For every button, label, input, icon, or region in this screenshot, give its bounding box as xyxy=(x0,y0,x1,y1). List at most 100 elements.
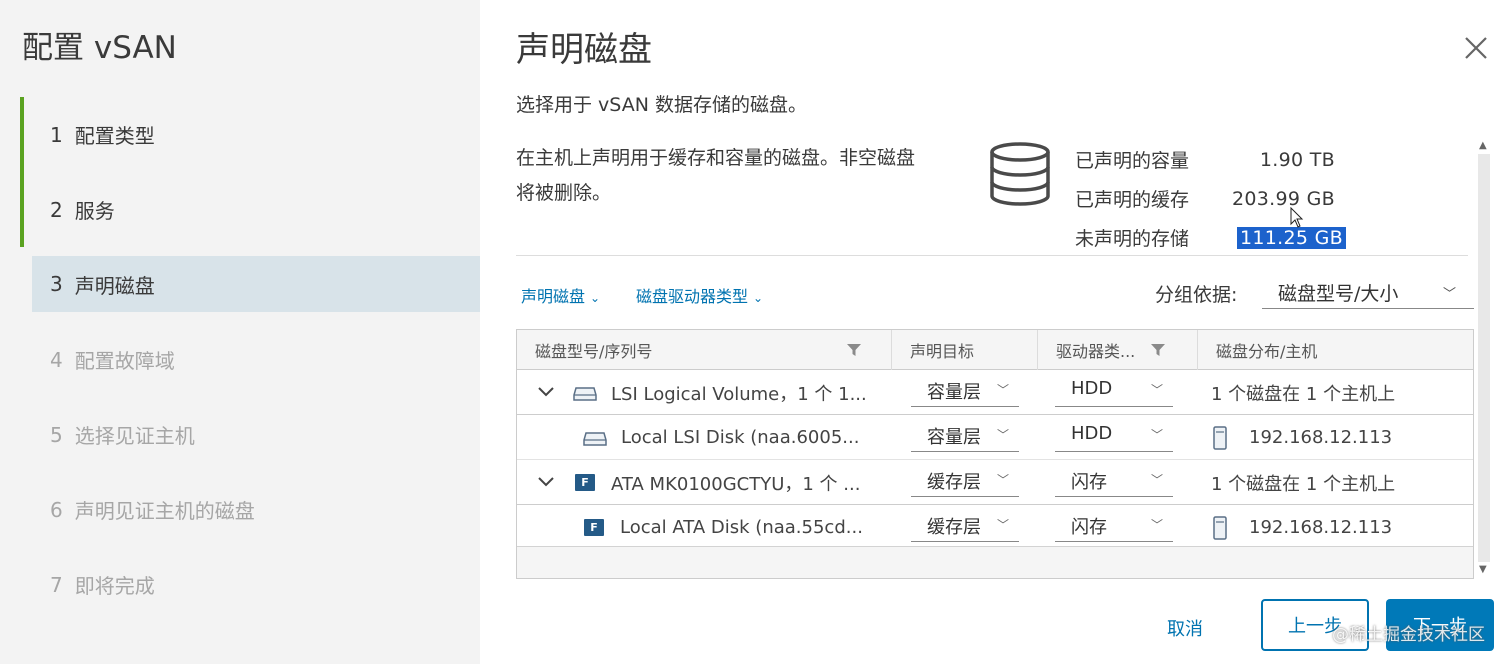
page-description: 在主机上声明用于缓存和容量的磁盘。非空磁盘将被删除。 xyxy=(516,147,916,204)
chevron-down-icon: ﹀ xyxy=(1150,428,1163,442)
wizard-step-4: 4 配置故障域 xyxy=(20,322,480,397)
page-subtitle: 选择用于 vSAN 数据存储的磁盘。 xyxy=(516,94,807,116)
claim-target-select[interactable]: 容量层 ﹀ xyxy=(911,375,1019,407)
table-row[interactable]: F ATA MK0100GCTYU，1 个 ... 缓存层 ﹀ 闪存 ﹀ 1 个磁盘… xyxy=(517,460,1473,505)
unclaimed-storage-row: 未声明的存储 111.25 GB xyxy=(1075,218,1355,257)
drive-type-select[interactable]: HDD ﹀ xyxy=(1055,420,1173,452)
drive-type-select[interactable]: HDD ﹀ xyxy=(1055,375,1173,407)
drive-type-value: HDD xyxy=(1071,423,1113,444)
chevron-down-icon: ⌄ xyxy=(753,291,764,305)
step-number: 7 xyxy=(50,572,63,597)
wizard-step-5: 5 选择见证主机 xyxy=(20,397,480,472)
host-address-text[interactable]: 192.168.12.113 xyxy=(1249,517,1392,538)
scroll-down-icon[interactable]: ▼ xyxy=(1479,564,1487,575)
wizard-step-2[interactable]: 2 服务 xyxy=(20,172,480,247)
column-header-drive-type[interactable]: 驱动器类... xyxy=(1037,330,1197,370)
claimed-cache-value: 203.99 GB xyxy=(1232,187,1335,210)
hard-disk-icon xyxy=(583,431,607,446)
storage-summary: 已声明的容量 1.90 TB 已声明的缓存 203.99 GB 未声明的存储 1… xyxy=(1075,140,1355,257)
claim-target-value: 容量层 xyxy=(927,427,981,448)
table-row[interactable]: Local LSI Disk (naa.6005... 容量层 ﹀ HDD ﹀ 19… xyxy=(517,415,1473,460)
drive-type-select[interactable]: 闪存 ﹀ xyxy=(1055,465,1173,497)
filter-icon[interactable] xyxy=(1151,344,1165,357)
column-label: 磁盘型号/序列号 xyxy=(535,342,653,361)
close-icon[interactable] xyxy=(1461,33,1491,63)
disk-model-text: LSI Logical Volume，1 个 1... xyxy=(611,383,867,405)
table-row[interactable]: F Local ATA Disk (naa.55cd... 缓存层 ﹀ 闪存 ﹀ 1… xyxy=(517,505,1473,550)
claimed-capacity-label: 已声明的容量 xyxy=(1075,150,1190,172)
chevron-down-icon[interactable] xyxy=(537,384,555,398)
wizard-title: 配置 vSAN xyxy=(22,30,177,66)
table-row[interactable]: LSI Logical Volume，1 个 1... 容量层 ﹀ HDD ﹀ 1 … xyxy=(517,370,1473,415)
section-divider xyxy=(516,255,1468,256)
disk-model-text: Local LSI Disk (naa.6005... xyxy=(621,427,860,448)
column-label: 声明目标 xyxy=(910,342,975,361)
wizard-step-6: 6 声明见证主机的磁盘 xyxy=(20,472,480,547)
step-label: 配置类型 xyxy=(74,124,155,148)
step-number: 5 xyxy=(50,422,63,447)
step-label: 声明见证主机的磁盘 xyxy=(74,499,255,523)
column-label: 驱动器类... xyxy=(1056,342,1136,361)
drive-type-value: 闪存 xyxy=(1071,472,1107,493)
disk-model-text: ATA MK0100GCTYU，1 个 ... xyxy=(611,473,861,495)
distribution-text: 1 个磁盘在 1 个主机上 xyxy=(1211,383,1396,405)
chevron-down-icon: ﹀ xyxy=(996,383,1009,397)
drive-type-value: 闪存 xyxy=(1071,517,1107,538)
claim-disks-menu[interactable]: 声明磁盘 ⌄ xyxy=(521,283,600,307)
group-by-select[interactable]: 磁盘型号/大小 ﹀ xyxy=(1262,271,1474,309)
step-label: 选择见证主机 xyxy=(74,424,195,448)
host-address-text[interactable]: 192.168.12.113 xyxy=(1249,427,1392,448)
chevron-down-icon: ﹀ xyxy=(996,428,1009,442)
wizard-step-1[interactable]: 1 配置类型 xyxy=(20,97,480,172)
claim-target-select[interactable]: 缓存层 ﹀ xyxy=(911,510,1019,542)
step-label: 配置故障域 xyxy=(74,349,175,373)
drive-type-menu[interactable]: 磁盘驱动器类型 ⌄ xyxy=(636,283,763,307)
step-number: 6 xyxy=(50,497,63,522)
wizard-steps: 1 配置类型 2 服务 3 声明磁盘 4 配置故障域 5 选择见证主机 6 声明… xyxy=(20,97,480,622)
page-title: 声明磁盘 xyxy=(516,30,652,70)
host-server-icon xyxy=(1213,515,1227,540)
step-label: 服务 xyxy=(74,199,115,223)
scrollbar-track[interactable] xyxy=(1478,154,1490,562)
claim-target-value: 容量层 xyxy=(927,382,981,403)
step-number: 1 xyxy=(50,122,63,147)
disk-model-text: Local ATA Disk (naa.55cd... xyxy=(620,517,863,538)
flash-disk-icon: F xyxy=(584,519,604,536)
column-header-disk-model[interactable]: 磁盘型号/序列号 xyxy=(517,330,891,370)
table-header: 磁盘型号/序列号 声明目标 驱动器类... 磁盘分布/主机 xyxy=(517,330,1473,370)
chevron-down-icon: ﹀ xyxy=(996,473,1009,487)
step-number: 3 xyxy=(50,272,63,296)
chevron-down-icon: ﹀ xyxy=(996,518,1009,532)
claim-target-value: 缓存层 xyxy=(927,517,981,538)
column-header-disk-distribution[interactable]: 磁盘分布/主机 xyxy=(1197,330,1473,370)
scroll-up-icon[interactable]: ▲ xyxy=(1479,140,1487,151)
chevron-down-icon: ﹀ xyxy=(1150,518,1163,532)
distribution-cell: 1 个磁盘在 1 个主机上 xyxy=(1211,370,1395,415)
chevron-down-icon: ﹀ xyxy=(1150,383,1163,397)
claim-target-select[interactable]: 容量层 ﹀ xyxy=(911,420,1019,452)
claim-target-select[interactable]: 缓存层 ﹀ xyxy=(911,465,1019,497)
group-by-label: 分组依据: xyxy=(1155,284,1238,306)
disk-model-cell: LSI Logical Volume，1 个 1... xyxy=(573,370,867,415)
database-icon xyxy=(990,142,1050,206)
hard-disk-icon xyxy=(573,386,597,401)
cancel-button[interactable]: 取消 xyxy=(1167,615,1203,641)
distribution-text: 1 个磁盘在 1 个主机上 xyxy=(1211,473,1396,495)
drive-type-select[interactable]: 闪存 ﹀ xyxy=(1055,510,1173,542)
column-header-claim-target[interactable]: 声明目标 xyxy=(891,330,1037,370)
group-by-value: 磁盘型号/大小 xyxy=(1278,283,1399,305)
unclaimed-storage-label: 未声明的存储 xyxy=(1075,228,1190,250)
vertical-scrollbar[interactable]: ▲ ▼ xyxy=(1476,140,1492,580)
disk-model-cell: F ATA MK0100GCTYU，1 个 ... xyxy=(575,460,860,505)
chevron-down-icon[interactable] xyxy=(537,474,555,488)
filter-icon[interactable] xyxy=(847,344,861,357)
claim-disks-label: 声明磁盘 xyxy=(521,287,586,306)
wizard-step-3[interactable]: 3 声明磁盘 xyxy=(32,256,480,312)
claimed-cache-row: 已声明的缓存 203.99 GB xyxy=(1075,179,1355,218)
watermark: @稀土掘金技术社区 xyxy=(1332,625,1485,645)
drive-type-value: HDD xyxy=(1071,378,1113,399)
step-label: 即将完成 xyxy=(74,574,155,598)
disk-model-cell: F Local ATA Disk (naa.55cd... xyxy=(584,505,863,550)
flash-disk-icon: F xyxy=(575,474,595,491)
unclaimed-storage-value: 111.25 GB xyxy=(1237,226,1346,249)
